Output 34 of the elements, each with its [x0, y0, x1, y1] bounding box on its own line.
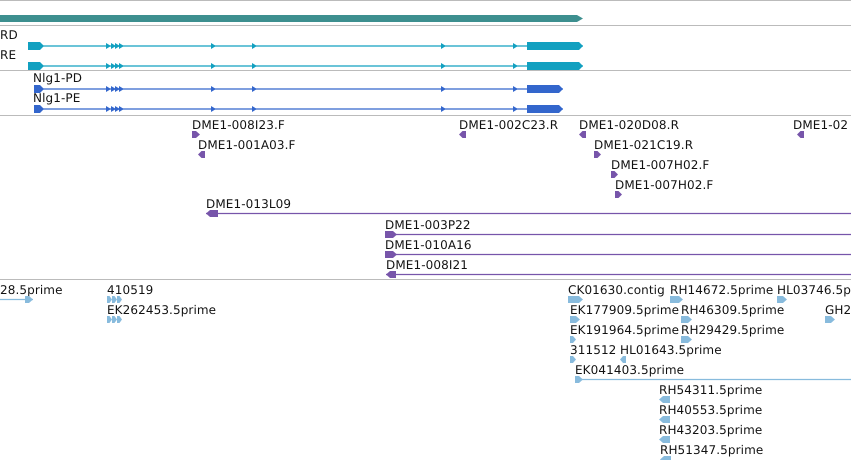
feature-label: 311512	[570, 343, 616, 357]
feature-label: DME1-007H02.F	[615, 178, 714, 192]
feature-label: RH43203.5prime	[659, 423, 762, 437]
feature-label: RH46309.5prime	[681, 303, 784, 317]
feature-label: 410519	[107, 283, 154, 297]
feature-label: HL03746.5p	[777, 283, 851, 297]
feature-label: DME1-002C23.R	[459, 118, 558, 132]
feature-label: DME1-003P22	[385, 218, 471, 232]
transcript-label: Nlg1-PD	[33, 71, 82, 85]
feature-label: RH14672.5prime	[670, 283, 774, 297]
transcript-label: Nlg1-PE	[33, 91, 80, 105]
feature-label: DME1-001A03.F	[198, 138, 296, 152]
feature-label: DME1-02	[793, 118, 848, 132]
feature-label: EK041403.5prime	[575, 363, 684, 377]
transcript-label: RE	[0, 48, 16, 62]
feature-label: DME1-007H02.F	[611, 158, 710, 172]
feature-label: EK177909.5prime	[570, 303, 680, 317]
feature-label: DME1-013L09	[206, 197, 292, 211]
feature-label: HL01643.5prime	[620, 343, 722, 357]
feature-label: DME1-008I23.F	[192, 118, 285, 132]
feature-label: GH2	[825, 303, 851, 317]
feature-label: 28.5prime	[0, 283, 63, 297]
feature-label: CK01630.contig	[568, 283, 665, 297]
transcript-label: RD	[0, 28, 18, 42]
feature-label: RH51347.5prime	[660, 443, 764, 457]
feature-label: EK262453.5prime	[107, 303, 216, 317]
feature-label: RH54311.5prime	[659, 383, 762, 397]
feature-label: RH29429.5prime	[681, 323, 784, 337]
feature-label: DME1-021C19.R	[594, 138, 694, 152]
feature-label: EK191964.5prime	[570, 323, 680, 337]
feature-label: RH40553.5prime	[659, 403, 762, 417]
feature-label: DME1-008I21	[386, 258, 468, 272]
feature-label: DME1-010A16	[385, 238, 472, 252]
feature-label: DME1-020D08.R	[579, 118, 680, 132]
